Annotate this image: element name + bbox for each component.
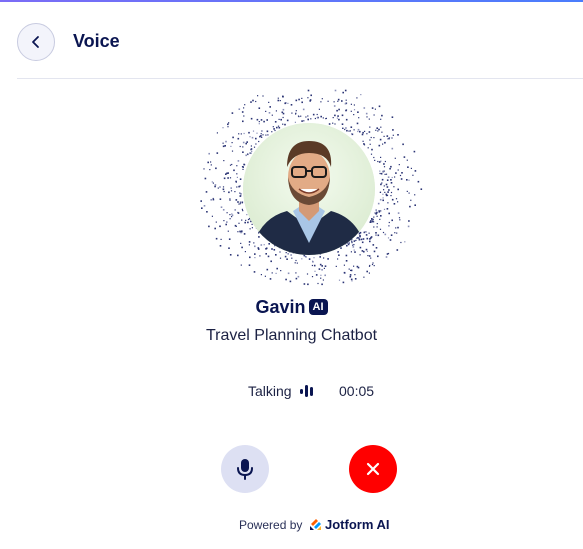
agent-name: Gavin: [255, 296, 306, 317]
microphone-icon: [237, 459, 253, 480]
call-status: Talking 00:05: [0, 383, 583, 401]
end-call-button[interactable]: [349, 445, 397, 493]
agent-role: Travel Planning Chatbot: [205, 327, 378, 344]
back-button[interactable]: [17, 23, 55, 61]
status-label: Talking: [248, 383, 292, 399]
header: Voice: [0, 2, 583, 78]
jotform-logo-icon: [310, 519, 321, 530]
mic-button[interactable]: [221, 445, 269, 493]
header-divider: [17, 78, 583, 79]
footer: Powered by Jotform AI: [0, 516, 583, 534]
powered-by-label: Powered by: [239, 518, 303, 532]
call-timer: 00:05: [339, 383, 375, 399]
close-icon: [366, 462, 380, 476]
avatar: [243, 123, 375, 255]
audio-wave-icon: [300, 385, 313, 397]
agent-name-row: Gavin AI: [0, 296, 583, 318]
page-title: Voice: [73, 31, 120, 51]
chevron-left-icon: [32, 36, 39, 48]
ai-badge: AI: [308, 299, 328, 316]
brand-name: Jotform AI: [325, 517, 390, 532]
person-portrait-icon: [243, 123, 375, 255]
